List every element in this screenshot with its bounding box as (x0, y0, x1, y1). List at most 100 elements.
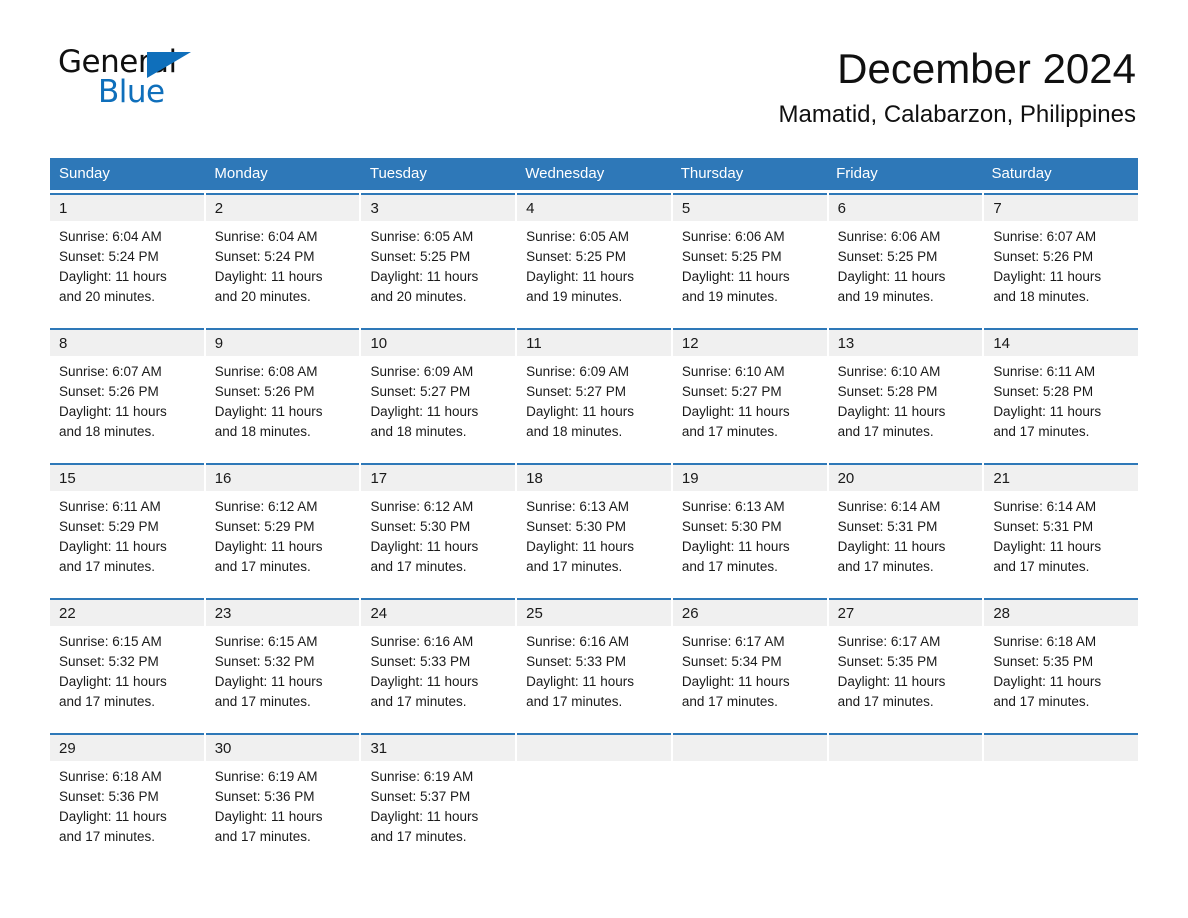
sunset-time: Sunset: 5:36 PM (214, 789, 315, 804)
sunrise-time: Sunrise: 6:13 AM (526, 499, 629, 514)
weekday-header-friday: Friday (836, 165, 878, 182)
daylight-duration-line1: Daylight: 11 hours (214, 404, 323, 419)
day-details: Sunrise: 6:04 AM Sunset: 5:24 PM Daylight:… (50, 221, 204, 307)
calendar-day-cell[interactable]: 20 Sunrise: 6:14 AM Sunset: 5:31 PM Dayligh… (828, 463, 983, 595)
daylight-duration-line1: Daylight: 11 hours (59, 674, 167, 689)
day-details: Sunrise: 6:07 AM Sunset: 5:26 PM Daylight:… (984, 221, 1138, 307)
calendar-day-cell[interactable]: 24 Sunrise: 6:16 AM Sunset: 5:33 PM Dayligh… (361, 598, 516, 730)
daylight-duration-line1: Daylight: 11 hours (370, 809, 479, 824)
daylight-duration-line1: Daylight: 11 hours (526, 404, 634, 419)
calendar-day-cell[interactable]: 4 Sunrise: 6:05 AM Sunset: 5:25 PM Daylight… (517, 193, 671, 325)
daylight-duration-line2: and 17 minutes. (681, 559, 778, 574)
sunrise-time: Sunrise: 6:18 AM (59, 769, 162, 784)
day-number: 10 (361, 330, 516, 356)
daylight-duration-line1: Daylight: 11 hours (59, 809, 167, 824)
calendar-day-cell[interactable]: 22 Sunrise: 6:15 AM Sunset: 5:32 PM Dayligh… (50, 598, 204, 730)
calendar-day-cell[interactable]: 11 Sunrise: 6:09 AM Sunset: 5:27 PM Dayligh… (517, 328, 671, 460)
sunset-time: Sunset: 5:27 PM (370, 384, 471, 399)
daylight-duration-line1: Daylight: 11 hours (370, 404, 479, 419)
calendar-day-cell[interactable]: 10 Sunrise: 6:09 AM Sunset: 5:27 PM Dayligh… (361, 328, 516, 460)
day-number: 14 (984, 330, 1139, 356)
day-number: 17 (361, 465, 516, 491)
daylight-duration-line1: Daylight: 11 hours (993, 674, 1102, 689)
day-number: 7 (984, 195, 1139, 221)
calendar-day-cell[interactable]: 23 Sunrise: 6:15 AM Sunset: 5:32 PM Dayligh… (205, 598, 360, 730)
daylight-duration-line2: and 18 minutes. (526, 424, 623, 439)
calendar-day-cell[interactable]: 18 Sunrise: 6:13 AM Sunset: 5:30 PM Dayligh… (517, 463, 671, 595)
daylight-duration-line1: Daylight: 11 hours (526, 674, 634, 689)
sunset-time: Sunset: 5:27 PM (681, 384, 782, 399)
calendar-day-cell[interactable]: 29 Sunrise: 6:18 AM Sunset: 5:36 PM Dayligh… (50, 733, 204, 865)
daylight-duration-line2: and 19 minutes. (681, 289, 778, 304)
calendar-day-cell[interactable]: 25 Sunrise: 6:16 AM Sunset: 5:33 PM Dayligh… (517, 598, 671, 730)
daylight-duration-line2: and 17 minutes. (370, 559, 467, 574)
calendar-day-cell[interactable]: 13 Sunrise: 6:10 AM Sunset: 5:28 PM Dayligh… (828, 328, 983, 460)
calendar-day-cell[interactable]: 5 Sunrise: 6:06 AM Sunset: 5:25 PM Daylight… (672, 193, 827, 325)
calendar-day-cell[interactable]: 16 Sunrise: 6:12 AM Sunset: 5:29 PM Dayligh… (205, 463, 360, 595)
daylight-duration-line2: and 17 minutes. (837, 424, 934, 439)
daylight-duration-line2: and 17 minutes. (681, 694, 778, 709)
day-details (984, 761, 1138, 767)
day-details: Sunrise: 6:07 AM Sunset: 5:26 PM Daylight:… (50, 356, 204, 442)
sunrise-time: Sunrise: 6:10 AM (681, 364, 785, 379)
logo-text-blue: Blue (98, 74, 165, 110)
sunset-time: Sunset: 5:30 PM (681, 519, 782, 534)
calendar-day-cell[interactable]: 8 Sunrise: 6:07 AM Sunset: 5:26 PM Daylight… (50, 328, 204, 460)
calendar-day-cell[interactable]: 28 Sunrise: 6:18 AM Sunset: 5:35 PM Dayligh… (984, 598, 1139, 730)
calendar-day-cell[interactable]: 15 Sunrise: 6:11 AM Sunset: 5:29 PM Dayligh… (50, 463, 204, 595)
daylight-duration-line2: and 18 minutes. (214, 424, 311, 439)
day-details: Sunrise: 6:16 AM Sunset: 5:33 PM Daylight:… (517, 626, 671, 712)
calendar-day-cell[interactable]: 9 Sunrise: 6:08 AM Sunset: 5:26 PM Daylight… (205, 328, 360, 460)
sunset-time: Sunset: 5:25 PM (837, 249, 938, 264)
day-number: 30 (205, 735, 360, 761)
calendar-day-cell[interactable]: 6 Sunrise: 6:06 AM Sunset: 5:25 PM Daylight… (828, 193, 983, 325)
calendar-day-cell[interactable]: 19 Sunrise: 6:13 AM Sunset: 5:30 PM Dayligh… (672, 463, 827, 595)
daylight-duration-line2: and 20 minutes. (214, 289, 311, 304)
daylight-duration-line1: Daylight: 11 hours (214, 674, 323, 689)
sunset-time: Sunset: 5:33 PM (526, 654, 626, 669)
calendar-day-cell[interactable]: 31 Sunrise: 6:19 AM Sunset: 5:37 PM Dayligh… (361, 733, 516, 865)
calendar-day-cell[interactable]: 3 Sunrise: 6:05 AM Sunset: 5:25 PM Daylight… (361, 193, 516, 325)
calendar-day-cell[interactable]: 2 Sunrise: 6:04 AM Sunset: 5:24 PM Daylight… (205, 193, 360, 325)
sunset-time: Sunset: 5:29 PM (214, 519, 315, 534)
daylight-duration-line2: and 19 minutes. (526, 289, 623, 304)
sunrise-time: Sunrise: 6:06 AM (837, 229, 941, 244)
day-details: Sunrise: 6:04 AM Sunset: 5:24 PM Daylight:… (206, 221, 360, 307)
calendar-day-cell[interactable]: 27 Sunrise: 6:17 AM Sunset: 5:35 PM Dayligh… (828, 598, 983, 730)
calendar-day-cell[interactable]: 26 Sunrise: 6:17 AM Sunset: 5:34 PM Dayligh… (672, 598, 827, 730)
sunset-time: Sunset: 5:36 PM (59, 789, 159, 804)
general-blue-logo[interactable]: General Blue (50, 44, 250, 114)
sunset-time: Sunset: 5:26 PM (993, 249, 1094, 264)
sunset-time: Sunset: 5:32 PM (214, 654, 315, 669)
day-details: Sunrise: 6:06 AM Sunset: 5:25 PM Daylight:… (673, 221, 827, 307)
daylight-duration-line1: Daylight: 11 hours (993, 269, 1102, 284)
daylight-duration-line2: and 18 minutes. (993, 289, 1090, 304)
sunset-time: Sunset: 5:31 PM (993, 519, 1094, 534)
sunrise-time: Sunrise: 6:17 AM (681, 634, 785, 649)
day-number: 8 (50, 330, 204, 356)
sunrise-time: Sunrise: 6:15 AM (214, 634, 318, 649)
calendar-day-cell[interactable]: 14 Sunrise: 6:11 AM Sunset: 5:28 PM Dayligh… (984, 328, 1139, 460)
calendar-day-cell[interactable]: 17 Sunrise: 6:12 AM Sunset: 5:30 PM Dayligh… (361, 463, 516, 595)
calendar-grid: Sunday Monday Tuesday Wednesday Thursday… (50, 158, 1139, 865)
daylight-duration-line2: and 17 minutes. (837, 694, 934, 709)
calendar-day-cell[interactable]: 1 Sunrise: 6:04 AM Sunset: 5:24 PM Daylight… (50, 193, 204, 325)
daylight-duration-line2: and 17 minutes. (370, 829, 467, 844)
day-number: 27 (828, 600, 983, 626)
sunset-time: Sunset: 5:35 PM (837, 654, 938, 669)
day-number: 6 (828, 195, 983, 221)
day-number (984, 735, 1139, 761)
daylight-duration-line1: Daylight: 11 hours (681, 539, 790, 554)
calendar-day-cell[interactable]: 21 Sunrise: 6:14 AM Sunset: 5:31 PM Dayligh… (984, 463, 1139, 595)
sunrise-time: Sunrise: 6:11 AM (993, 364, 1096, 379)
day-number: 19 (672, 465, 827, 491)
sunrise-time: Sunrise: 6:19 AM (214, 769, 318, 784)
calendar-week-row: 15 Sunrise: 6:11 AM Sunset: 5:29 PM Dayligh… (50, 463, 1139, 595)
calendar-day-cell[interactable]: 12 Sunrise: 6:10 AM Sunset: 5:27 PM Dayligh… (672, 328, 827, 460)
sunrise-time: Sunrise: 6:11 AM (59, 499, 161, 514)
calendar-day-cell[interactable]: 30 Sunrise: 6:19 AM Sunset: 5:36 PM Dayligh… (205, 733, 360, 865)
day-number: 22 (50, 600, 204, 626)
calendar-page: General Blue December 2024 Mamatid, Cala… (0, 0, 1188, 918)
calendar-day-cell[interactable]: 7 Sunrise: 6:07 AM Sunset: 5:26 PM Daylight… (984, 193, 1139, 325)
day-number: 18 (517, 465, 671, 491)
